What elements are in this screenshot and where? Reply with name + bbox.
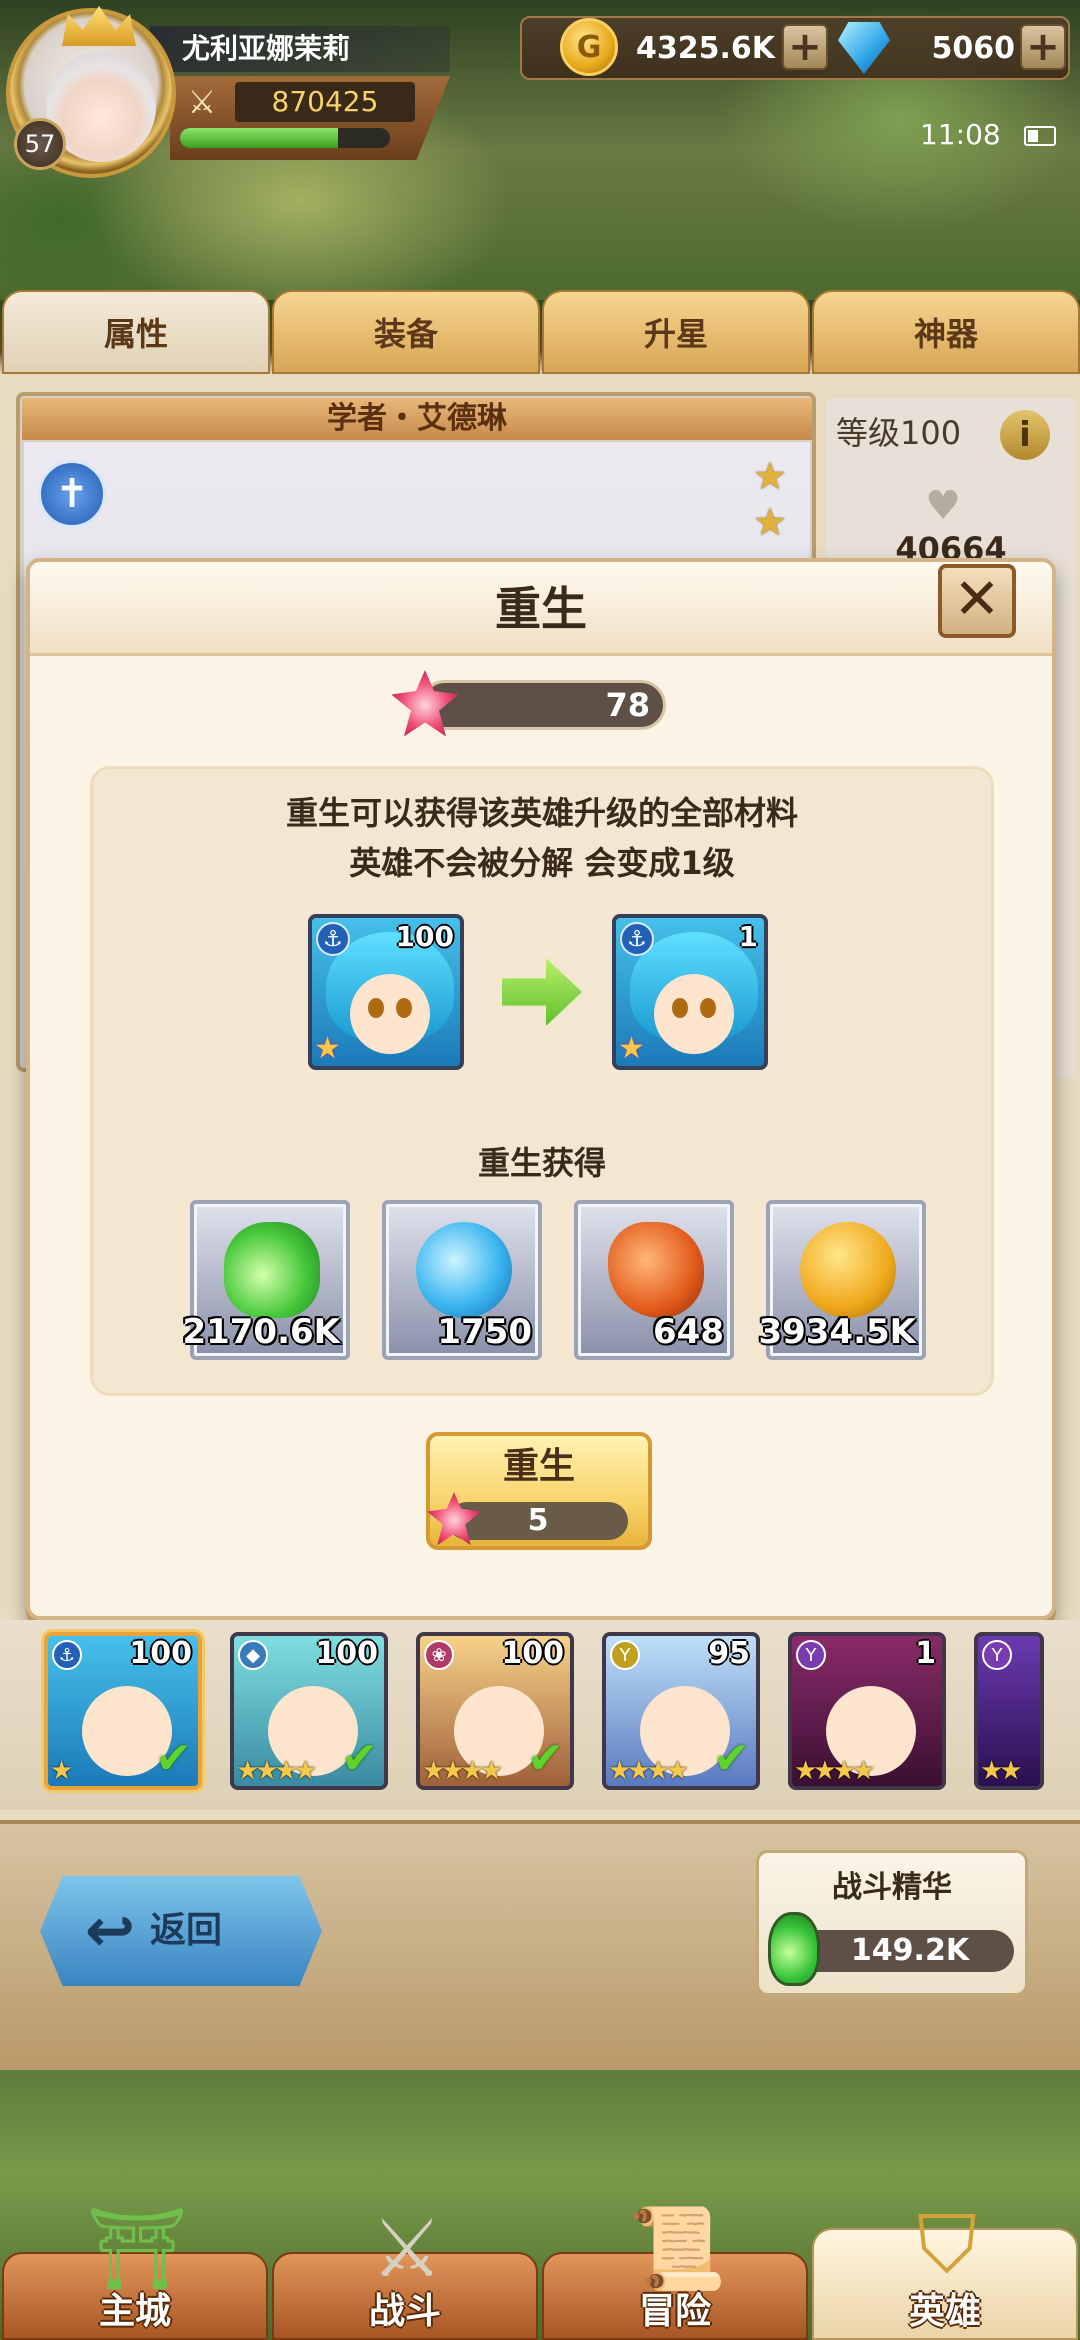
reward-slot-potion[interactable]: 2170.6K xyxy=(182,1200,350,1360)
faction-icon: Y xyxy=(982,1640,1012,1670)
tab-artifact[interactable]: 神器 xyxy=(812,290,1080,374)
nav-adventure[interactable]: 📜 冒险 xyxy=(542,2202,808,2340)
hero-level-after: 1 xyxy=(738,920,758,953)
faction-icon: ◆ xyxy=(238,1640,268,1670)
green-potion-icon xyxy=(224,1222,320,1318)
add-gold-button[interactable]: + xyxy=(782,24,828,70)
gold-coin-icon xyxy=(800,1222,896,1318)
info-icon[interactable]: i xyxy=(1000,410,1050,460)
faction-cross-icon[interactable]: ✝ xyxy=(38,460,106,528)
anchor-icon: ⚓ xyxy=(316,922,350,956)
star-icon: ★★★★ xyxy=(236,1756,317,1786)
player-name: 尤利亚娜茉莉 xyxy=(150,26,450,72)
star-icon: ★ xyxy=(752,500,788,544)
star-icon: ★ xyxy=(50,1756,73,1786)
hero-list-item[interactable]: Y 95 ★★★★ ✔ xyxy=(602,1632,760,1790)
rebirth-description-line-2: 英雄不会被分解 会变成1级 xyxy=(349,844,735,882)
nav-battle[interactable]: ⚔ 战斗 xyxy=(272,2202,538,2340)
check-icon: ✔ xyxy=(713,1733,750,1784)
rebirth-button-label: 重生 xyxy=(502,1446,575,1487)
check-icon: ✔ xyxy=(155,1733,192,1784)
star-icon: ★ xyxy=(314,1031,341,1066)
hero-card-before: ⚓ 100 ★ xyxy=(308,914,464,1070)
back-arrow-icon: ↩ xyxy=(84,1896,136,1966)
battle-essence-title: 战斗精华 xyxy=(832,1870,952,1905)
gold-coin-icon: G xyxy=(560,18,618,76)
faction-icon: Y xyxy=(610,1640,640,1670)
hero-list-item[interactable]: Y ★★ xyxy=(974,1632,1044,1790)
tab-attributes[interactable]: 属性 xyxy=(2,290,270,374)
hero-title: 学者・艾德琳 xyxy=(22,398,812,440)
rebirth-token-count: 78 xyxy=(605,686,650,724)
gem-amount: 5060 xyxy=(931,31,1016,66)
hero-list-item[interactable]: Y 1 ★★★★ xyxy=(788,1632,946,1790)
back-button-label: 返回 xyxy=(150,1910,223,1951)
check-icon: ✔ xyxy=(527,1733,564,1784)
hero-list-item[interactable]: ⚓ 100 ★ ✔ xyxy=(44,1632,202,1790)
star-icon: ★★★★ xyxy=(422,1756,503,1786)
faction-icon: Y xyxy=(796,1640,826,1670)
reward-slot-rune[interactable]: 648 xyxy=(574,1200,734,1360)
player-level-badge: 57 xyxy=(14,118,66,170)
anchor-icon: ⚓ xyxy=(620,922,654,956)
tab-equipment[interactable]: 装备 xyxy=(272,290,540,374)
orange-rune-stone-icon xyxy=(608,1222,704,1318)
xp-bar-fill xyxy=(180,128,338,148)
star-icon: ★★ xyxy=(980,1756,1023,1786)
heart-icon: ♥ xyxy=(925,483,961,529)
blue-orb-icon xyxy=(416,1222,512,1318)
hero-card-after: ⚓ 1 ★ xyxy=(612,914,768,1070)
hero-list-item[interactable]: ◆ 100 ★★★★ ✔ xyxy=(230,1632,388,1790)
faction-icon: ❀ xyxy=(424,1640,454,1670)
dialog-title: 重生 xyxy=(495,582,587,636)
star-icon: ★ xyxy=(752,454,788,498)
xp-bar xyxy=(180,128,390,148)
hero-list-item[interactable]: ❀ 100 ★★★★ ✔ xyxy=(416,1632,574,1790)
star-icon: ★★★★ xyxy=(608,1756,689,1786)
crossed-swords-icon: ⚔ xyxy=(187,83,217,121)
rebirth-cost: 5 xyxy=(527,1503,549,1538)
reward-slot-orb[interactable]: 1750 xyxy=(382,1200,542,1360)
rewards-label: 重生获得 xyxy=(477,1144,606,1182)
battery-icon xyxy=(1024,126,1056,146)
reward-slot-gold[interactable]: 3934.5K xyxy=(758,1200,926,1360)
star-icon: ★★★★ xyxy=(794,1756,875,1786)
close-button[interactable]: ✕ xyxy=(938,564,1016,638)
tab-star-up[interactable]: 升星 xyxy=(542,290,810,374)
rebirth-description-line-1: 重生可以获得该英雄升级的全部材料 xyxy=(285,794,798,832)
hero-level: 等级100 xyxy=(836,414,962,452)
check-icon: ✔ xyxy=(341,1733,378,1784)
add-gems-button[interactable]: + xyxy=(1020,24,1066,70)
nav-heroes[interactable]: ⛉ 英雄 xyxy=(812,2198,1078,2340)
anchor-icon: ⚓ xyxy=(52,1640,82,1670)
player-power: 870425 xyxy=(235,82,415,122)
battle-essence-value: 149.2K xyxy=(850,1933,970,1968)
gold-amount: 4325.6K xyxy=(635,31,775,66)
nav-main-city[interactable]: ⛩ 主城 xyxy=(2,2202,268,2340)
star-icon: ★ xyxy=(618,1031,645,1066)
green-potion-icon xyxy=(768,1912,820,1986)
hero-level-before: 100 xyxy=(395,920,454,953)
